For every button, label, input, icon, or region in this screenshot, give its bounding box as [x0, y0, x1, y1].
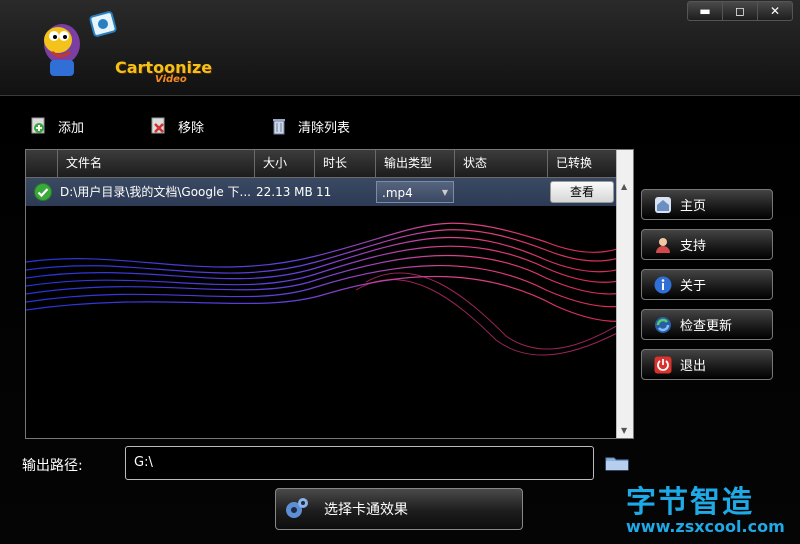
update-icon [655, 316, 671, 333]
watermark-title: 字节智造 [626, 485, 754, 520]
sidebar-item-exit[interactable]: 退出 [641, 349, 773, 380]
remove-file-icon [151, 117, 165, 134]
row-filename: D:\用户目录\我的文档\Google 下... [60, 185, 251, 199]
window-controls: ▬ ◻ ✕ [687, 1, 793, 21]
folder-icon[interactable] [605, 455, 629, 471]
header-size[interactable]: 大小 [255, 150, 315, 177]
scroll-up-icon[interactable]: ▲ [621, 182, 627, 191]
close-button[interactable]: ✕ [758, 2, 792, 20]
sidebar-item-support[interactable]: 支持 [641, 229, 773, 260]
header-status-icon-col [26, 150, 58, 177]
checkmark-icon [34, 183, 52, 201]
sidebar-item-label: 退出 [680, 359, 707, 374]
header-converted[interactable]: 已转换 [548, 150, 616, 177]
sidebar-item-label: 支持 [680, 239, 707, 254]
remove-button[interactable]: 移除 [150, 115, 204, 137]
clear-list-button[interactable]: 清除列表 [270, 115, 350, 137]
dropdown-arrow-icon: ▼ [441, 188, 448, 197]
trash-icon [273, 119, 285, 135]
logo-subtitle: Video [155, 74, 187, 85]
info-icon [654, 276, 672, 293]
row-duration: 11 [316, 185, 332, 199]
header-duration[interactable]: 时长 [315, 150, 376, 177]
title-bar: Cartoonize Video ▬ ◻ ✕ [0, 0, 800, 96]
file-list-panel: 文件名 大小 时长 输出类型 状态 已转换 D:\用户目录\我的文档\Googl… [25, 149, 634, 439]
sidebar-item-label: 关于 [680, 279, 707, 294]
header-filename[interactable]: 文件名 [58, 150, 255, 177]
home-icon [655, 196, 671, 213]
scroll-down-icon[interactable]: ▼ [621, 426, 627, 435]
output-type-select[interactable]: .mp4 ▼ [376, 181, 454, 203]
app-window: Cartoonize Video ▬ ◻ ✕ 添加 移除 清除列表 文件名 大小… [0, 0, 800, 544]
maximize-button[interactable]: ◻ [723, 2, 758, 20]
choose-cartoon-effect-button[interactable]: 选择卡通效果 [275, 488, 523, 530]
sidebar-item-home[interactable]: 主页 [641, 189, 773, 220]
sidebar-item-check-update[interactable]: 检查更新 [641, 309, 773, 340]
row-size: 22.13 MB [256, 185, 313, 199]
output-type-value: .mp4 [382, 186, 413, 200]
output-path-label: 输出路径: [22, 458, 83, 474]
header-status[interactable]: 状态 [455, 150, 548, 177]
output-path-input[interactable]: G:\ [125, 446, 594, 480]
add-label: 添加 [58, 120, 85, 136]
clear-list-label: 清除列表 [298, 120, 351, 136]
table-row[interactable]: D:\用户目录\我的文档\Google 下... 22.13 MB 11 .mp… [26, 178, 616, 206]
vertical-scrollbar[interactable]: ▲ ▼ [616, 150, 633, 438]
header-output-type[interactable]: 输出类型 [376, 150, 455, 177]
app-logo: Cartoonize Video [30, 8, 212, 88]
watermark-url: www.zsxcool.com [626, 517, 785, 536]
sidebar-item-label: 检查更新 [680, 319, 733, 334]
support-icon [656, 237, 670, 253]
power-icon [654, 356, 672, 373]
gears-icon [286, 498, 308, 518]
minimize-button[interactable]: ▬ [688, 2, 723, 20]
add-file-icon [31, 117, 45, 134]
effect-button-label: 选择卡通效果 [324, 502, 408, 518]
sidebar-item-about[interactable]: 关于 [641, 269, 773, 300]
add-button[interactable]: 添加 [30, 115, 84, 137]
table-header: 文件名 大小 时长 输出类型 状态 已转换 [26, 150, 616, 178]
remove-label: 移除 [178, 120, 205, 136]
view-button[interactable]: 查看 [550, 181, 614, 203]
sidebar-item-label: 主页 [680, 199, 707, 214]
